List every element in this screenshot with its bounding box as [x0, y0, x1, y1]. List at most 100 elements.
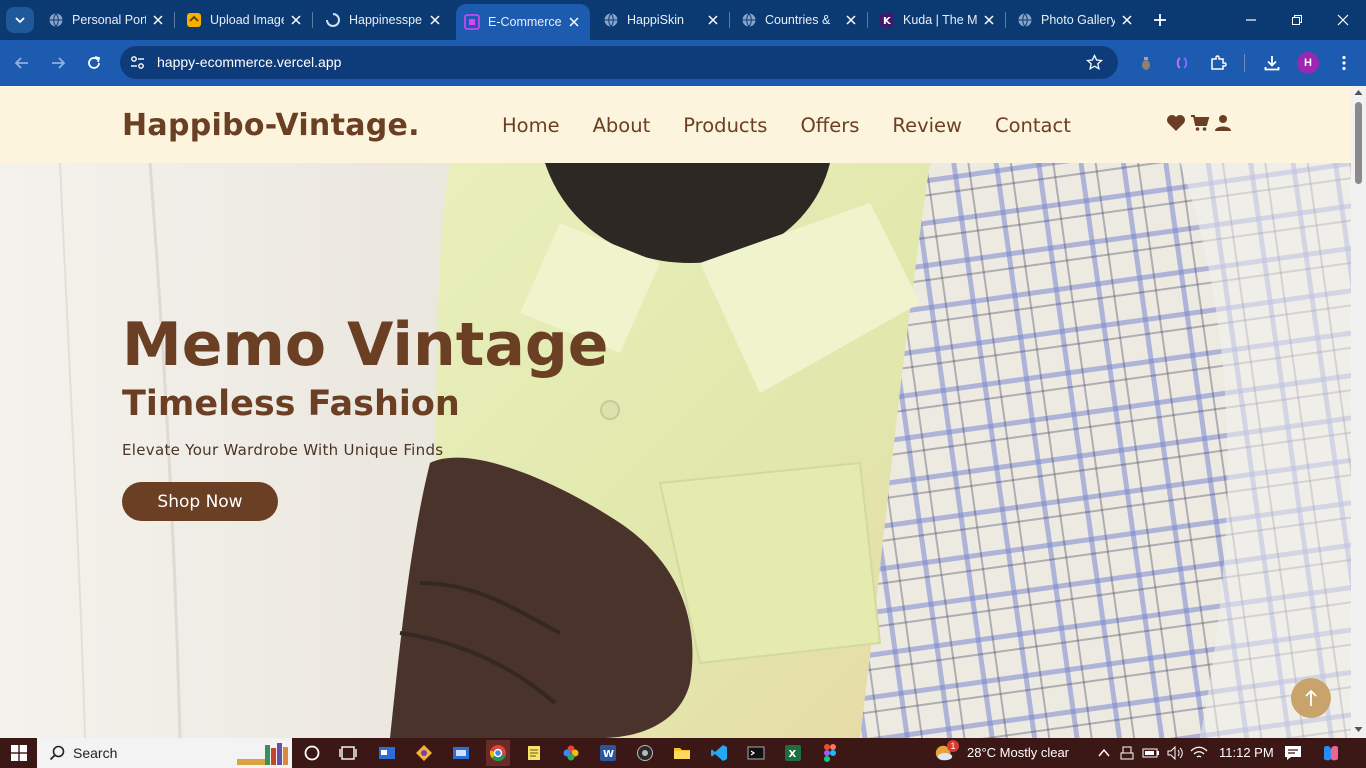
scroll-up-arrow-icon[interactable]: [1354, 89, 1363, 96]
close-icon[interactable]: [427, 12, 443, 28]
close-window-button[interactable]: [1333, 10, 1353, 30]
extensions-menu-button[interactable]: [1206, 51, 1230, 75]
download-icon: [1264, 56, 1280, 71]
tray-icon[interactable]: [1189, 743, 1209, 763]
plus-icon: [1154, 14, 1166, 26]
tab-divider: [312, 12, 313, 28]
taskbar-app[interactable]: [820, 743, 840, 763]
hero-title: Memo Vintage: [122, 310, 609, 380]
shop-now-button[interactable]: Shop Now: [122, 482, 278, 521]
taskbar-search[interactable]: Search: [37, 738, 292, 768]
reload-button[interactable]: [82, 51, 106, 75]
tab-title: Countries &: [765, 13, 831, 27]
taskbar-app[interactable]: W: [598, 743, 618, 763]
close-icon[interactable]: [705, 12, 721, 28]
globe-icon: [741, 12, 757, 28]
taskbar-app[interactable]: X: [783, 743, 803, 763]
taskbar-app[interactable]: [635, 743, 655, 763]
minimize-button[interactable]: [1241, 10, 1261, 30]
tray-icon[interactable]: [1165, 743, 1185, 763]
tab-kuda[interactable]: K Kuda | The M: [879, 6, 997, 34]
forward-button[interactable]: [46, 51, 70, 75]
copilot-button[interactable]: [1321, 743, 1341, 763]
taskbar-app[interactable]: [709, 743, 729, 763]
store-app-icon: [453, 747, 469, 759]
restore-button[interactable]: [1287, 10, 1307, 30]
tab-countries[interactable]: Countries &: [741, 6, 859, 34]
taskbar-app[interactable]: [377, 743, 397, 763]
scroll-to-top-button[interactable]: [1291, 678, 1331, 718]
close-icon[interactable]: [843, 12, 859, 28]
tray-icon[interactable]: [1141, 743, 1161, 763]
chrome-icon: [489, 745, 506, 761]
nav-offers[interactable]: Offers: [800, 114, 859, 137]
tab-search-button[interactable]: [6, 7, 34, 33]
close-icon[interactable]: [1119, 12, 1135, 28]
nav-about[interactable]: About: [593, 114, 651, 137]
nav-review[interactable]: Review: [892, 114, 962, 137]
search-label: Search: [73, 745, 118, 761]
tab-happiskin[interactable]: HappiSkin: [603, 6, 721, 34]
taskbar-app[interactable]: [524, 743, 544, 763]
taskbar-app[interactable]: [746, 743, 766, 763]
news-app-icon: [379, 747, 395, 759]
tab-photo-gallery[interactable]: Photo Gallery: [1017, 6, 1135, 34]
taskbar-app[interactable]: [414, 743, 434, 763]
tab-personal-portfolio[interactable]: Personal Portfolio: [48, 6, 166, 34]
close-icon[interactable]: [566, 14, 582, 30]
task-view-button[interactable]: [302, 743, 322, 763]
heart-icon[interactable]: [1166, 114, 1186, 137]
folder-icon: [674, 748, 690, 759]
close-icon[interactable]: [150, 12, 166, 28]
site-logo[interactable]: Happibo-Vintage.: [122, 108, 420, 143]
site-icon: [464, 14, 480, 30]
back-button[interactable]: [10, 51, 34, 75]
tab-upload-image[interactable]: Upload Image: [186, 6, 304, 34]
cart-icon[interactable]: [1190, 114, 1210, 137]
main-nav: Home About Products Offers Review Contac…: [502, 114, 1104, 137]
chevron-down-icon: [15, 17, 25, 24]
tab-e-commerce[interactable]: E-Commerce: [456, 4, 590, 40]
extension-button[interactable]: [1170, 51, 1194, 75]
page-scrollbar[interactable]: [1351, 86, 1366, 738]
show-hidden-icons-button[interactable]: [1094, 743, 1114, 763]
scroll-down-arrow-icon[interactable]: [1354, 726, 1363, 733]
taskbar-app[interactable]: [672, 743, 692, 763]
bookmark-star-icon[interactable]: [1085, 53, 1104, 76]
new-tab-button[interactable]: [1150, 10, 1170, 30]
clock[interactable]: 11:12 PM: [1219, 745, 1274, 760]
nav-contact[interactable]: Contact: [995, 114, 1071, 137]
task-view-icon: [339, 746, 357, 760]
address-bar[interactable]: happy-ecommerce.vercel.app: [120, 46, 1118, 79]
scrollbar-thumb[interactable]: [1355, 102, 1362, 184]
tab-title: Personal Portfolio: [72, 13, 146, 27]
downloads-button[interactable]: [1260, 51, 1284, 75]
user-icon[interactable]: [1214, 114, 1232, 137]
chevron-up-icon: [1098, 748, 1110, 757]
tab-title: HappiSkin: [627, 13, 684, 27]
close-icon[interactable]: [981, 12, 997, 28]
taskbar-app[interactable]: [561, 743, 581, 763]
taskbar-app[interactable]: [451, 743, 471, 763]
nav-home[interactable]: Home: [502, 114, 560, 137]
notes-app-icon: [528, 746, 540, 760]
profile-avatar[interactable]: H: [1297, 52, 1319, 74]
tray-icon[interactable]: [1117, 743, 1137, 763]
page-viewport: Happibo-Vintage. Home About Products Off…: [0, 86, 1351, 738]
extension-button[interactable]: [1134, 51, 1158, 75]
volume-icon: [1167, 745, 1183, 761]
start-button[interactable]: [0, 738, 37, 768]
taskbar-app-chrome[interactable]: [486, 740, 510, 766]
notifications-button[interactable]: [1283, 743, 1303, 763]
task-view-button[interactable]: [338, 743, 358, 763]
close-icon: [1337, 14, 1349, 26]
site-settings-icon[interactable]: [129, 54, 146, 76]
close-icon[interactable]: [288, 12, 304, 28]
tab-happinesspe[interactable]: Happinesspe: [325, 6, 443, 34]
nav-products[interactable]: Products: [683, 114, 767, 137]
hero-section: Memo Vintage Timeless Fashion Elevate Yo…: [0, 163, 1351, 738]
browser-menu-button[interactable]: [1332, 51, 1356, 75]
weather-text[interactable]: 28°C Mostly clear: [967, 745, 1069, 760]
arrow-left-icon: [14, 57, 28, 69]
url-text[interactable]: happy-ecommerce.vercel.app: [157, 54, 341, 70]
